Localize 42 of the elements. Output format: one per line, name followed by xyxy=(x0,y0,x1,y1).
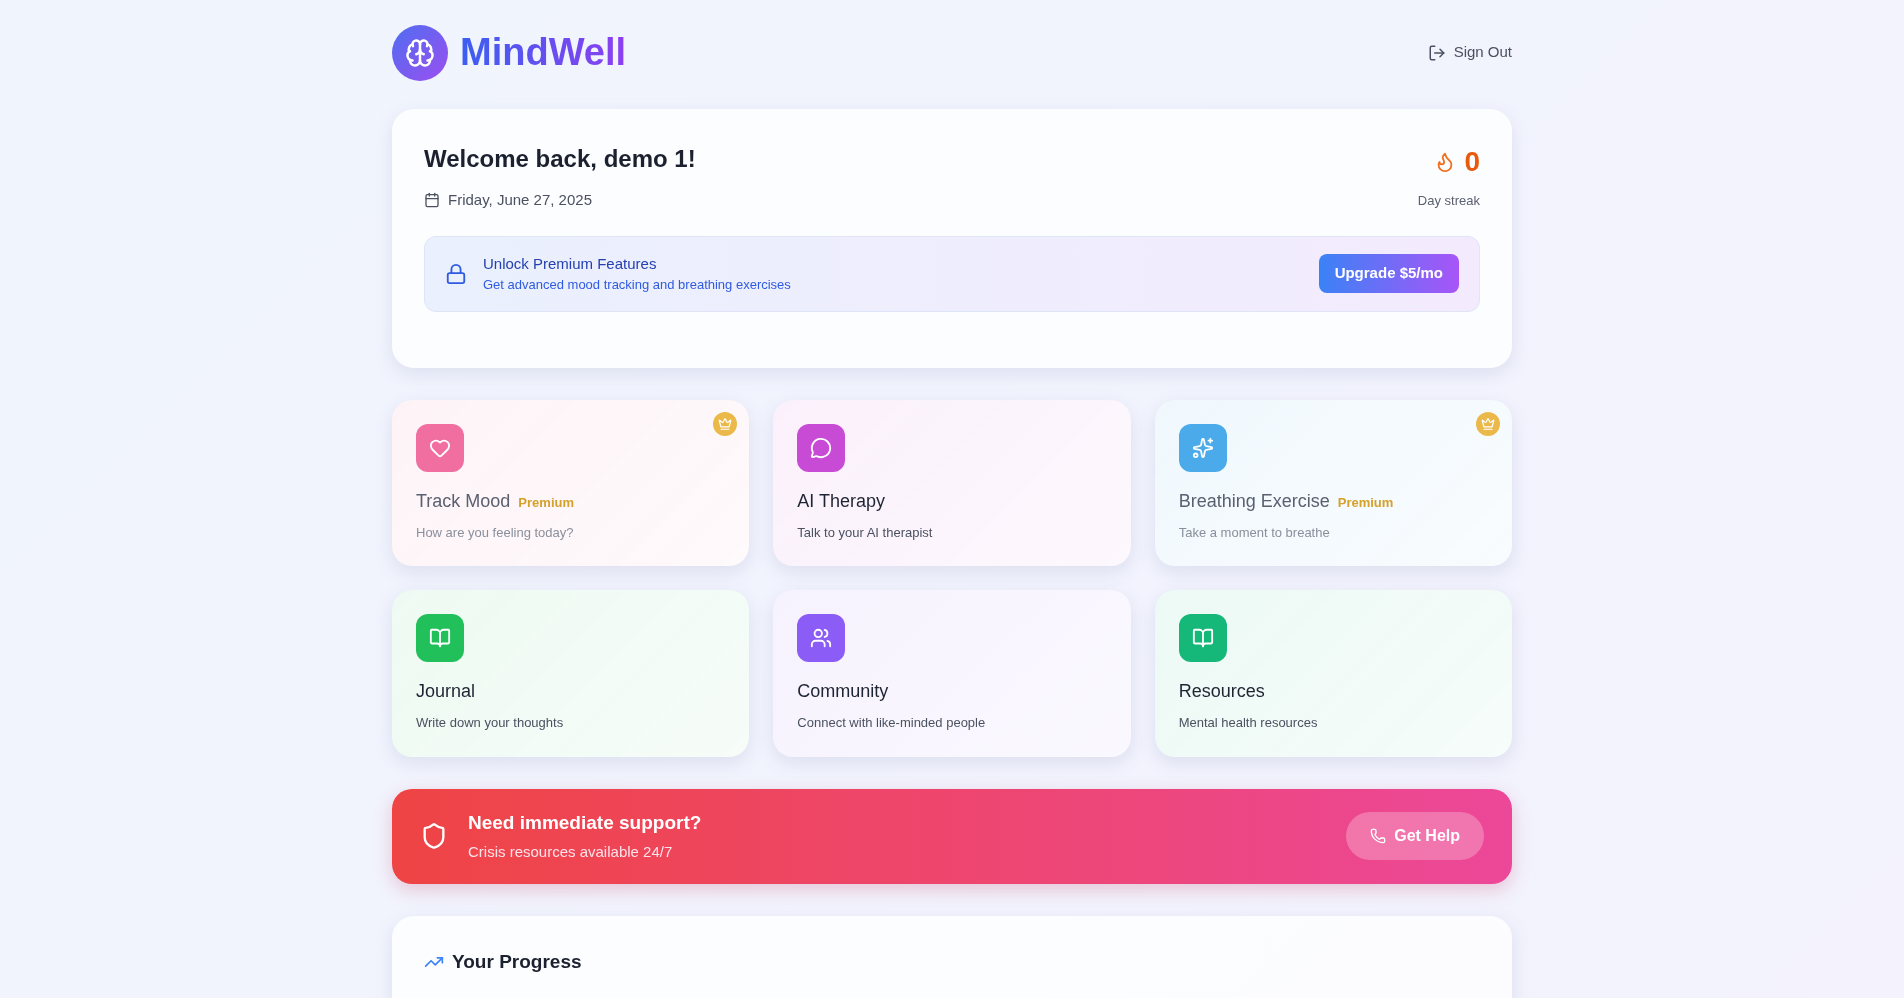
sparkles-icon xyxy=(1178,423,1227,472)
premium-label: Premium xyxy=(518,493,574,512)
sign-out-icon xyxy=(1427,43,1446,62)
card-title: Community xyxy=(797,680,889,703)
book-icon xyxy=(1178,614,1227,662)
calendar-icon xyxy=(424,192,440,209)
crown-icon xyxy=(1476,411,1500,436)
sign-out-button[interactable]: Sign Out xyxy=(1427,41,1512,64)
card-title: Journal xyxy=(416,680,476,703)
crown-icon xyxy=(713,411,738,436)
feature-card[interactable]: Journal Write down your thoughts xyxy=(392,590,750,757)
card-subtitle: Talk to your AI therapist xyxy=(797,523,934,542)
crisis-title: Need immediate support? xyxy=(468,810,702,835)
section-heading: Your Progress xyxy=(452,949,582,974)
phone-icon xyxy=(1370,828,1387,844)
speech-bubble-icon xyxy=(797,423,846,472)
streak-count: 0 xyxy=(1464,145,1480,179)
banner-title: Unlock Premium Features xyxy=(483,253,658,274)
feature-card[interactable]: Resources Mental health resources xyxy=(1154,590,1512,757)
lock-icon xyxy=(445,262,467,285)
crisis-subtitle: Crisis resources available 24/7 xyxy=(468,842,674,862)
book-icon xyxy=(416,614,464,662)
card-title: AI Therapy xyxy=(797,489,886,513)
card-title: Track Mood xyxy=(416,489,511,513)
upgrade-button[interactable]: Upgrade $5/mo xyxy=(1318,254,1459,293)
feature-card[interactable]: AI Therapy Talk to your AI therapist xyxy=(773,399,1131,566)
premium-label: Premium xyxy=(1337,493,1394,512)
streak-label: Day streak xyxy=(1417,192,1480,210)
card-subtitle: Connect with like-minded people xyxy=(797,714,987,732)
card-subtitle: Write down your thoughts xyxy=(416,714,565,732)
card-subtitle: How are you feeling today? xyxy=(416,523,575,542)
card-title: Resources xyxy=(1178,680,1265,703)
feature-card[interactable]: Track Mood Premium How are you feeling today? xyxy=(392,399,750,566)
card-title: Breathing Exercise xyxy=(1178,489,1330,513)
card-subtitle: Mental health resources xyxy=(1178,714,1319,732)
date-text: Friday, June 27, 2025 xyxy=(448,190,592,210)
people-icon xyxy=(797,614,846,662)
banner-subtitle: Get advanced mood tracking and breathing exercises xyxy=(483,276,791,294)
feature-card[interactable]: Breathing Exercise Premium Take a moment to breathe xyxy=(1154,399,1512,566)
welcome-heading: Welcome back, demo 1! xyxy=(424,144,696,174)
card-subtitle: Take a moment to breathe xyxy=(1178,523,1331,542)
feature-card[interactable]: Community Connect with like-minded people xyxy=(773,590,1131,757)
